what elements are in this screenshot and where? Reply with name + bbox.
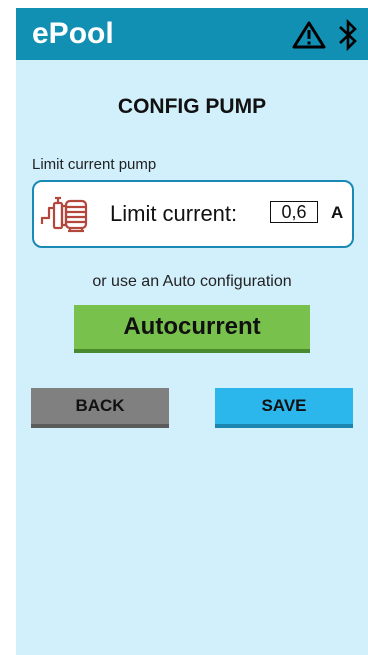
app-title: ePool (32, 17, 114, 50)
warning-icon[interactable] (292, 21, 326, 49)
limit-current-label: Limit current: (110, 201, 238, 226)
page-title: CONFIG PUMP (117, 95, 267, 118)
bluetooth-icon[interactable] (337, 18, 359, 52)
app-screen: ePool CONFIG PUMP Limit current pump Lim… (16, 8, 368, 655)
limit-current-input[interactable] (270, 201, 318, 223)
back-button[interactable]: BACK (31, 388, 169, 428)
limit-section-label: Limit current pump (32, 156, 157, 173)
autocurrent-button[interactable]: Autocurrent (74, 305, 310, 353)
pump-icon (40, 196, 88, 233)
save-button[interactable]: SAVE (215, 388, 353, 428)
limit-current-card: Limit current: A (32, 180, 354, 248)
app-header: ePool (16, 8, 368, 60)
unit-label: A (331, 203, 344, 222)
auto-config-label: or use an Auto configuration (92, 273, 292, 290)
